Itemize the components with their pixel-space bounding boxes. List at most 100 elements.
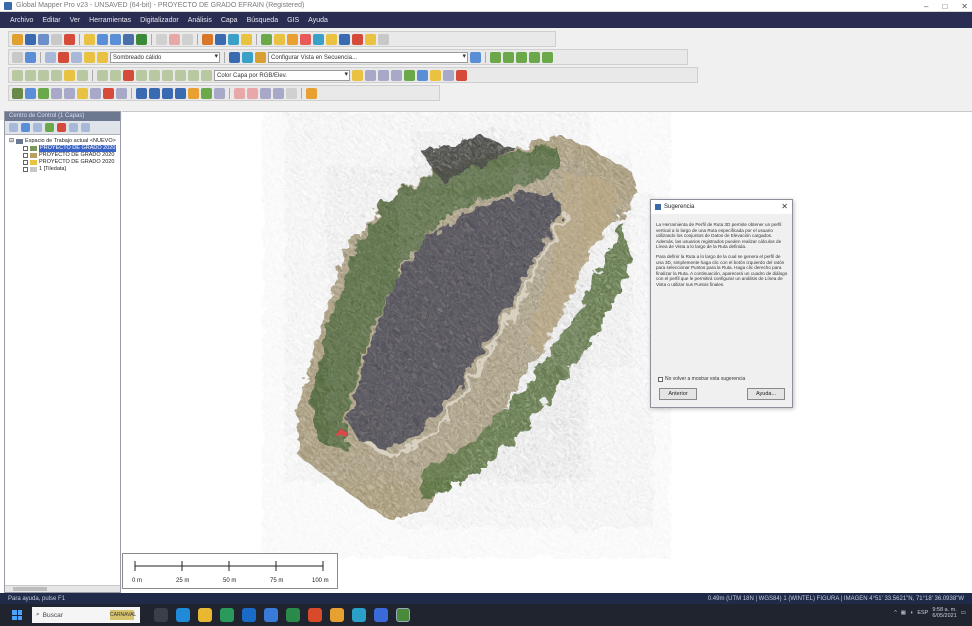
shader-combo[interactable]: Sombreado cálido bbox=[110, 51, 220, 63]
layer-color-combo[interactable]: Color Capa por RGB/Elev. bbox=[214, 69, 350, 81]
point-gray-icon[interactable] bbox=[260, 87, 271, 99]
tree-item[interactable]: 1 [Tiledata] bbox=[9, 166, 120, 173]
layer-checkbox[interactable] bbox=[23, 160, 28, 165]
snap-icon[interactable] bbox=[162, 69, 173, 81]
global-mapper-icon[interactable] bbox=[396, 608, 410, 622]
contrast-icon[interactable] bbox=[378, 69, 389, 81]
notifications-icon[interactable]: ▭ bbox=[961, 610, 966, 616]
store-icon[interactable] bbox=[242, 608, 256, 622]
histogram-icon[interactable] bbox=[365, 69, 376, 81]
menu-analysis[interactable]: Análisis bbox=[188, 17, 212, 24]
sun-settings-icon[interactable] bbox=[306, 87, 317, 99]
language-indicator[interactable]: ESP bbox=[917, 610, 928, 616]
workspace-icon[interactable] bbox=[51, 33, 62, 45]
cloud-icon[interactable] bbox=[443, 69, 454, 81]
elevation-icon[interactable] bbox=[38, 87, 49, 99]
dont-show-again-option[interactable]: No volver a mostrar esta sugerencia bbox=[658, 376, 745, 382]
lidar-edit-icon[interactable] bbox=[214, 87, 225, 99]
feature-info-icon[interactable] bbox=[169, 33, 180, 45]
watershed-icon[interactable] bbox=[90, 87, 101, 99]
play-icon[interactable] bbox=[470, 51, 481, 63]
pencil-point-icon[interactable] bbox=[529, 51, 540, 63]
pencil-edit-icon[interactable] bbox=[542, 51, 553, 63]
menu-view[interactable]: Ver bbox=[70, 17, 81, 24]
map-view[interactable] bbox=[122, 111, 972, 593]
draw-arc-icon[interactable] bbox=[25, 69, 36, 81]
layer-down-icon[interactable] bbox=[33, 123, 42, 132]
cut-fill-icon[interactable] bbox=[77, 87, 88, 99]
grid-icon[interactable] bbox=[261, 33, 272, 45]
vegetation-icon[interactable] bbox=[404, 69, 415, 81]
menu-gis[interactable]: GIS bbox=[287, 17, 299, 24]
digitize-icon[interactable] bbox=[182, 33, 193, 45]
layer-checkbox[interactable] bbox=[23, 153, 28, 158]
edge-icon[interactable] bbox=[176, 608, 190, 622]
lidar-icon[interactable] bbox=[365, 33, 376, 45]
network-icon[interactable]: ▦ bbox=[901, 610, 906, 616]
lock-icon[interactable] bbox=[97, 51, 108, 63]
point-edit-icon[interactable] bbox=[273, 87, 284, 99]
draw-point-icon[interactable] bbox=[64, 69, 75, 81]
buffer-icon[interactable] bbox=[175, 69, 186, 81]
view-shed-icon[interactable] bbox=[215, 33, 226, 45]
layer-checkbox[interactable] bbox=[23, 167, 28, 172]
draw-line-icon[interactable] bbox=[12, 69, 23, 81]
path-profile-icon[interactable] bbox=[202, 33, 213, 45]
layer-zoom-icon[interactable] bbox=[81, 123, 90, 132]
menu-edit[interactable]: Editar bbox=[42, 17, 60, 24]
tree-item[interactable]: PROYECTO DE GRADO 2020 bbox=[9, 145, 120, 152]
open-file-icon[interactable] bbox=[12, 33, 23, 45]
tree-item[interactable]: PROYECTO DE GRADO 2020 bbox=[9, 152, 120, 159]
3d-view-icon[interactable] bbox=[228, 33, 239, 45]
minimize-button[interactable]: – bbox=[924, 2, 928, 11]
scrollbar-thumb[interactable] bbox=[13, 587, 47, 591]
volume-icon[interactable] bbox=[64, 87, 75, 99]
pin-icon[interactable] bbox=[103, 87, 114, 99]
label-icon[interactable] bbox=[116, 87, 127, 99]
previous-button[interactable]: Anterior bbox=[659, 388, 697, 400]
pencil-green-icon[interactable] bbox=[490, 51, 501, 63]
tray-chevron-icon[interactable]: ^ bbox=[894, 610, 897, 616]
delete-icon[interactable] bbox=[58, 51, 69, 63]
pencil-line-icon[interactable] bbox=[503, 51, 514, 63]
clock[interactable]: 9:58 a. m. 6/05/2021 bbox=[932, 607, 956, 619]
maximize-button[interactable]: □ bbox=[942, 2, 947, 11]
dont-show-again-checkbox[interactable] bbox=[658, 376, 663, 382]
powerpoint-icon[interactable] bbox=[308, 608, 322, 622]
menu-help[interactable]: Ayuda bbox=[308, 17, 328, 24]
tree-root[interactable]: ⊟ Espacio de Trabajo actual <NUEVO> bbox=[9, 138, 120, 145]
menu-tools[interactable]: Herramientas bbox=[89, 17, 131, 24]
task-view-icon[interactable] bbox=[154, 608, 168, 622]
palette-icon[interactable] bbox=[352, 69, 363, 81]
close-icon[interactable]: ✕ bbox=[781, 202, 788, 211]
teams-icon[interactable] bbox=[374, 608, 388, 622]
chrome-icon[interactable] bbox=[220, 608, 234, 622]
globe-icon[interactable] bbox=[229, 51, 240, 63]
layer-show-icon[interactable] bbox=[45, 123, 54, 132]
terrain-icon[interactable] bbox=[242, 51, 253, 63]
file-explorer-icon[interactable] bbox=[198, 608, 212, 622]
taskbar-search-box[interactable]: ⌕ Buscar CARNAVAL bbox=[32, 607, 140, 623]
select-icon[interactable] bbox=[84, 33, 95, 45]
point-blue-icon[interactable] bbox=[247, 87, 258, 99]
windows-start-icon[interactable] bbox=[12, 610, 22, 620]
zoom-in-icon[interactable] bbox=[97, 33, 108, 45]
layer-close-icon[interactable] bbox=[57, 123, 66, 132]
menu-digitizer[interactable]: Digitalizador bbox=[140, 17, 179, 24]
excel-icon[interactable] bbox=[286, 608, 300, 622]
draw-spline-icon[interactable] bbox=[51, 69, 62, 81]
triangle-icon[interactable] bbox=[430, 69, 441, 81]
tree-item[interactable]: PROYECTO DE GRADO 2020 bbox=[9, 159, 120, 166]
zoom-out-icon[interactable] bbox=[110, 33, 121, 45]
merge-icon[interactable] bbox=[71, 51, 82, 63]
panel-scrollbar[interactable] bbox=[5, 585, 120, 592]
flag-icon[interactable] bbox=[300, 33, 311, 45]
config-icon[interactable] bbox=[64, 33, 75, 45]
edit-vertex-icon[interactable] bbox=[97, 69, 108, 81]
draw-curve-icon[interactable] bbox=[38, 69, 49, 81]
lidar-classify-icon[interactable] bbox=[162, 87, 173, 99]
move-vertex-icon[interactable] bbox=[110, 69, 121, 81]
layer-up-icon[interactable] bbox=[21, 123, 30, 132]
print-icon[interactable] bbox=[38, 33, 49, 45]
photos-icon[interactable] bbox=[352, 608, 366, 622]
